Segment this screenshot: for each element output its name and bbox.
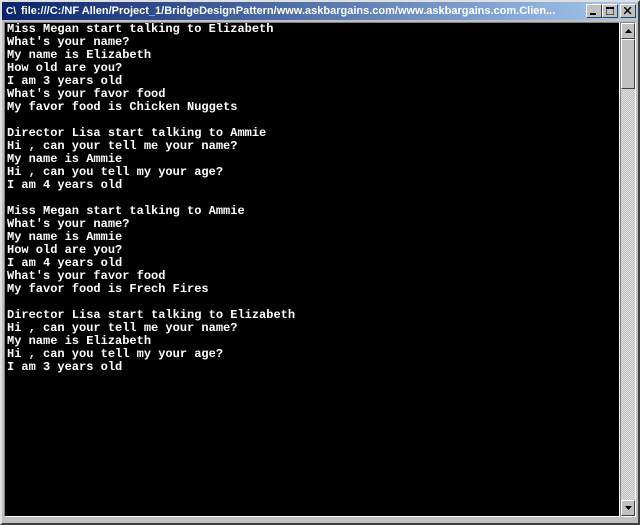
vertical-scrollbar[interactable] [620,22,636,517]
scroll-up-button[interactable] [621,23,635,39]
client-area: Miss Megan start talking to Elizabeth Wh… [2,20,638,519]
maximize-button[interactable] [602,4,618,18]
app-icon[interactable]: C\ [4,4,18,18]
statusbar [2,519,638,523]
console-block: Miss Megan start talking to Ammie What's… [7,205,619,296]
console-block: Director Lisa start talking to Ammie Hi … [7,127,619,192]
titlebar[interactable]: C\ file:///C:/NF Allen/Project_1/BridgeD… [2,2,638,20]
window-controls [586,4,636,18]
scroll-track[interactable] [621,39,635,500]
console-block: Miss Megan start talking to Elizabeth Wh… [7,23,619,114]
scroll-down-button[interactable] [621,500,635,516]
minimize-button[interactable] [586,4,602,18]
close-button[interactable] [620,4,636,18]
console-output[interactable]: Miss Megan start talking to Elizabeth Wh… [4,22,620,517]
window-title: file:///C:/NF Allen/Project_1/BridgeDesi… [21,5,586,17]
scroll-thumb[interactable] [621,39,635,89]
console-window: C\ file:///C:/NF Allen/Project_1/BridgeD… [0,0,640,525]
console-block: Director Lisa start talking to Elizabeth… [7,309,619,374]
